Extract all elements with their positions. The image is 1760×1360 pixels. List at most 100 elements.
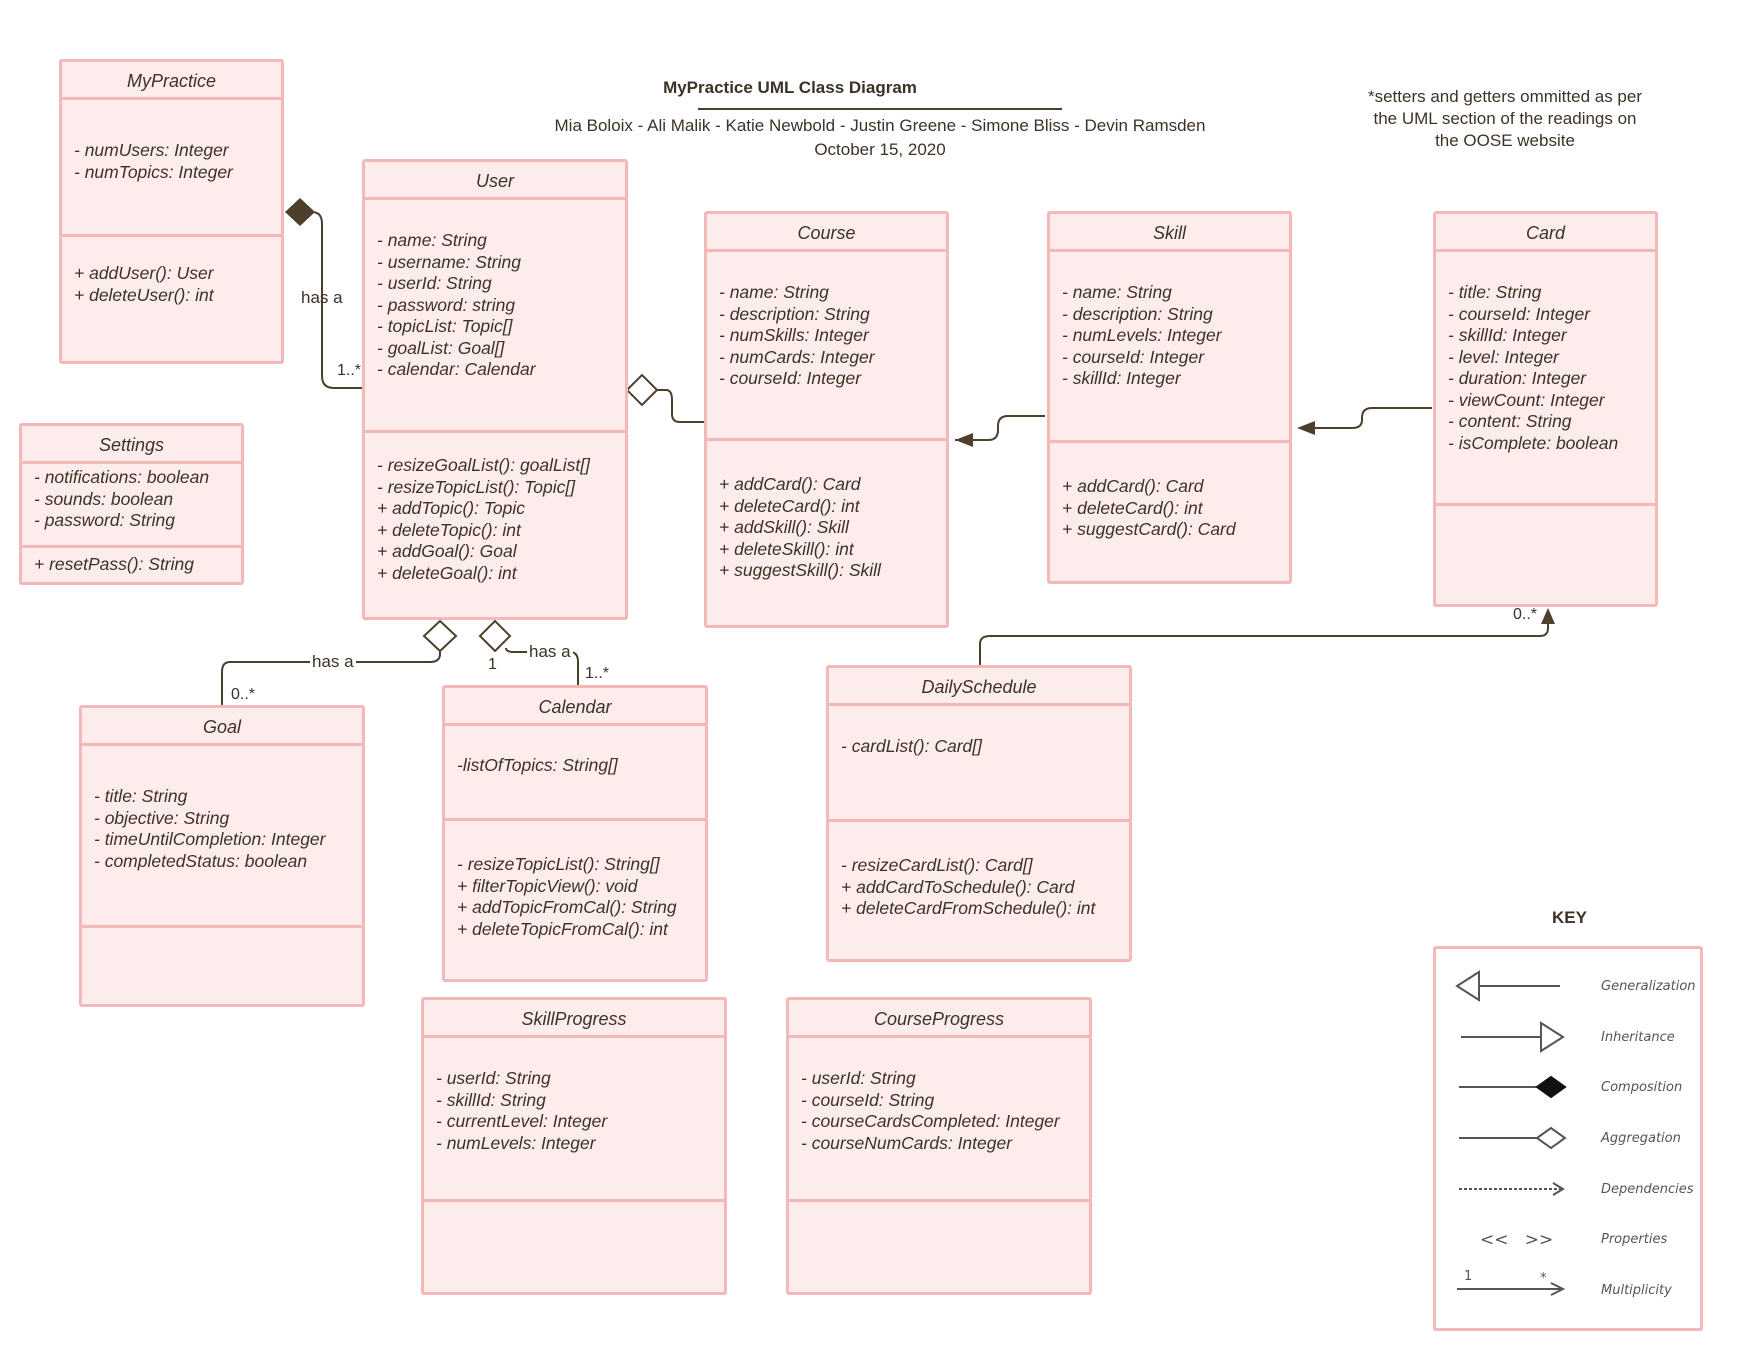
legend-label-dependencies: Dependencies <box>1601 1182 1694 1197</box>
method: + suggestSkill(): Skill <box>719 560 881 580</box>
methods-section: + addCard(): Card + deleteCard(): int + … <box>707 438 946 625</box>
aggregation-line <box>656 389 704 423</box>
aggregation-diamond <box>422 619 458 653</box>
multiplicity-one: 1 <box>1464 1269 1473 1284</box>
aggregation-diamond <box>478 619 512 653</box>
attribute: - courseId: Integer <box>1448 303 1591 324</box>
attribute: - topicList: Topic[] <box>377 316 513 336</box>
legend-box: << >> 1 * Generalization Inheritance Com… <box>1433 946 1703 1331</box>
class-name: DailySchedule <box>829 668 1129 706</box>
attribute: - numUsers: Integer <box>74 140 229 160</box>
attribute: - isComplete: boolean <box>1448 432 1619 453</box>
attribute: -listOfTopics: String[] <box>457 755 618 775</box>
class-name: Course <box>707 214 946 252</box>
attribute: - title: String <box>94 786 188 806</box>
attribute: - viewCount: Integer <box>1448 389 1605 410</box>
multiplicity-label: 0..* <box>231 686 256 703</box>
class-calendar[interactable]: Calendar -listOfTopics: String[] - resiz… <box>442 685 708 982</box>
arrowhead <box>1541 608 1555 624</box>
method: + deleteGoal(): int <box>377 562 517 583</box>
methods-section <box>424 1199 724 1292</box>
methods-section: - resizeTopicList(): String[] + filterTo… <box>445 818 705 979</box>
attribute: - skillId: String <box>436 1089 546 1110</box>
association-line <box>1312 407 1432 429</box>
generalization-icon <box>1455 970 1480 1002</box>
class-mypractice[interactable]: MyPractice - numUsers: Integer - numTopi… <box>59 59 284 364</box>
key-title: KEY <box>1552 908 1587 927</box>
attributes-section: - name: String - description: String - n… <box>707 249 946 438</box>
attribute: - courseNumCards: Integer <box>801 1132 1013 1153</box>
aggregation-icon <box>1535 1126 1567 1150</box>
attribute: - courseId: Integer <box>719 368 862 388</box>
methods-section: + resetPass(): String <box>22 545 241 582</box>
method: + deleteCardFromSchedule(): int <box>841 898 1096 918</box>
class-card[interactable]: Card - title: String - courseId: Integer… <box>1433 211 1658 607</box>
methods-section: + addCard(): Card + deleteCard(): int + … <box>1050 440 1289 581</box>
method: + suggestCard(): Card <box>1062 519 1236 539</box>
legend-label-composition: Composition <box>1601 1080 1683 1095</box>
class-skill[interactable]: Skill - name: String - description: Stri… <box>1047 211 1292 584</box>
attribute: - completedStatus: boolean <box>94 850 308 871</box>
attribute: - skillId: Integer <box>1062 368 1181 388</box>
methods-section: - resizeCardList(): Card[] + addCardToSc… <box>829 819 1129 959</box>
class-courseprogress[interactable]: CourseProgress - userId: String - course… <box>786 997 1092 1295</box>
methods-section <box>1436 503 1655 604</box>
legend-label-generalization: Generalization <box>1601 979 1696 994</box>
attribute: - objective: String <box>94 807 230 828</box>
class-name: Settings <box>22 426 241 464</box>
attribute: - skillId: Integer <box>1448 325 1567 345</box>
method: + deleteCard(): int <box>719 495 860 516</box>
attribute: - courseId: String <box>801 1089 935 1110</box>
attributes-section: - title: String - courseId: Integer - sk… <box>1436 249 1655 503</box>
attribute: - description: String <box>719 303 870 324</box>
attributes-section: - notifications: boolean - sounds: boole… <box>22 461 241 545</box>
attributes-section: - userId: String - courseId: String - co… <box>789 1035 1089 1199</box>
attributes-section: - title: String - objective: String - ti… <box>82 743 362 925</box>
arrowhead <box>1297 421 1315 435</box>
multiplicity-many: * <box>1540 1271 1547 1286</box>
class-skillprogress[interactable]: SkillProgress - userId: String - skillId… <box>421 997 727 1295</box>
attribute: - name: String <box>1062 282 1172 302</box>
relation-label: has a <box>527 642 573 662</box>
attribute: - numLevels: Integer <box>436 1132 596 1153</box>
attribute: - numCards: Integer <box>719 346 875 367</box>
class-name: Calendar <box>445 688 705 726</box>
class-name: MyPractice <box>62 62 281 100</box>
attributes-section: - cardList(): Card[] <box>829 703 1129 819</box>
method: + deleteSkill(): int <box>719 538 854 559</box>
method: + addCard(): Card <box>1062 476 1204 496</box>
class-name: SkillProgress <box>424 1000 724 1038</box>
class-course[interactable]: Course - name: String - description: Str… <box>704 211 949 628</box>
arrowhead <box>955 433 973 447</box>
attribute: - username: String <box>377 251 521 272</box>
methods-section: + addUser(): User + deleteUser(): int <box>62 234 281 361</box>
attribute: - userId: String <box>436 1068 551 1088</box>
methods-section <box>789 1199 1089 1292</box>
class-name: Skill <box>1050 214 1289 252</box>
attribute: - numTopics: Integer <box>74 161 233 182</box>
attributes-section: - name: String - description: String - n… <box>1050 249 1289 440</box>
composition-diamond <box>285 198 315 226</box>
legend-label-aggregation: Aggregation <box>1601 1131 1681 1146</box>
attribute: - level: Integer <box>1448 346 1559 367</box>
attribute: - name: String <box>377 230 487 250</box>
attribute: - notifications: boolean <box>34 467 210 487</box>
multiplicity-label: 1..* <box>337 362 362 379</box>
properties-symbol: << >> <box>1480 1230 1554 1250</box>
attribute: - password: String <box>34 510 176 530</box>
inheritance-icon <box>1540 1021 1565 1053</box>
method: + deleteTopic(): int <box>377 519 521 540</box>
method: + addCardToSchedule(): Card <box>841 876 1075 897</box>
class-settings[interactable]: Settings - notifications: boolean - soun… <box>19 423 244 585</box>
attribute: - numLevels: Integer <box>1062 325 1222 345</box>
legend-label-inheritance: Inheritance <box>1601 1030 1675 1045</box>
attributes-section: -listOfTopics: String[] <box>445 723 705 818</box>
method: + deleteTopicFromCal(): int <box>457 918 668 939</box>
attribute: - userId: String <box>801 1068 916 1088</box>
relation-label: has a <box>301 288 343 307</box>
attribute: - calendar: Calendar <box>377 359 536 379</box>
class-dailyschedule[interactable]: DailySchedule - cardList(): Card[] - res… <box>826 665 1132 962</box>
attributes-section: - userId: String - skillId: String - cur… <box>424 1035 724 1199</box>
class-goal[interactable]: Goal - title: String - objective: String… <box>79 705 365 1007</box>
class-user[interactable]: User - name: String - username: String -… <box>362 159 628 620</box>
